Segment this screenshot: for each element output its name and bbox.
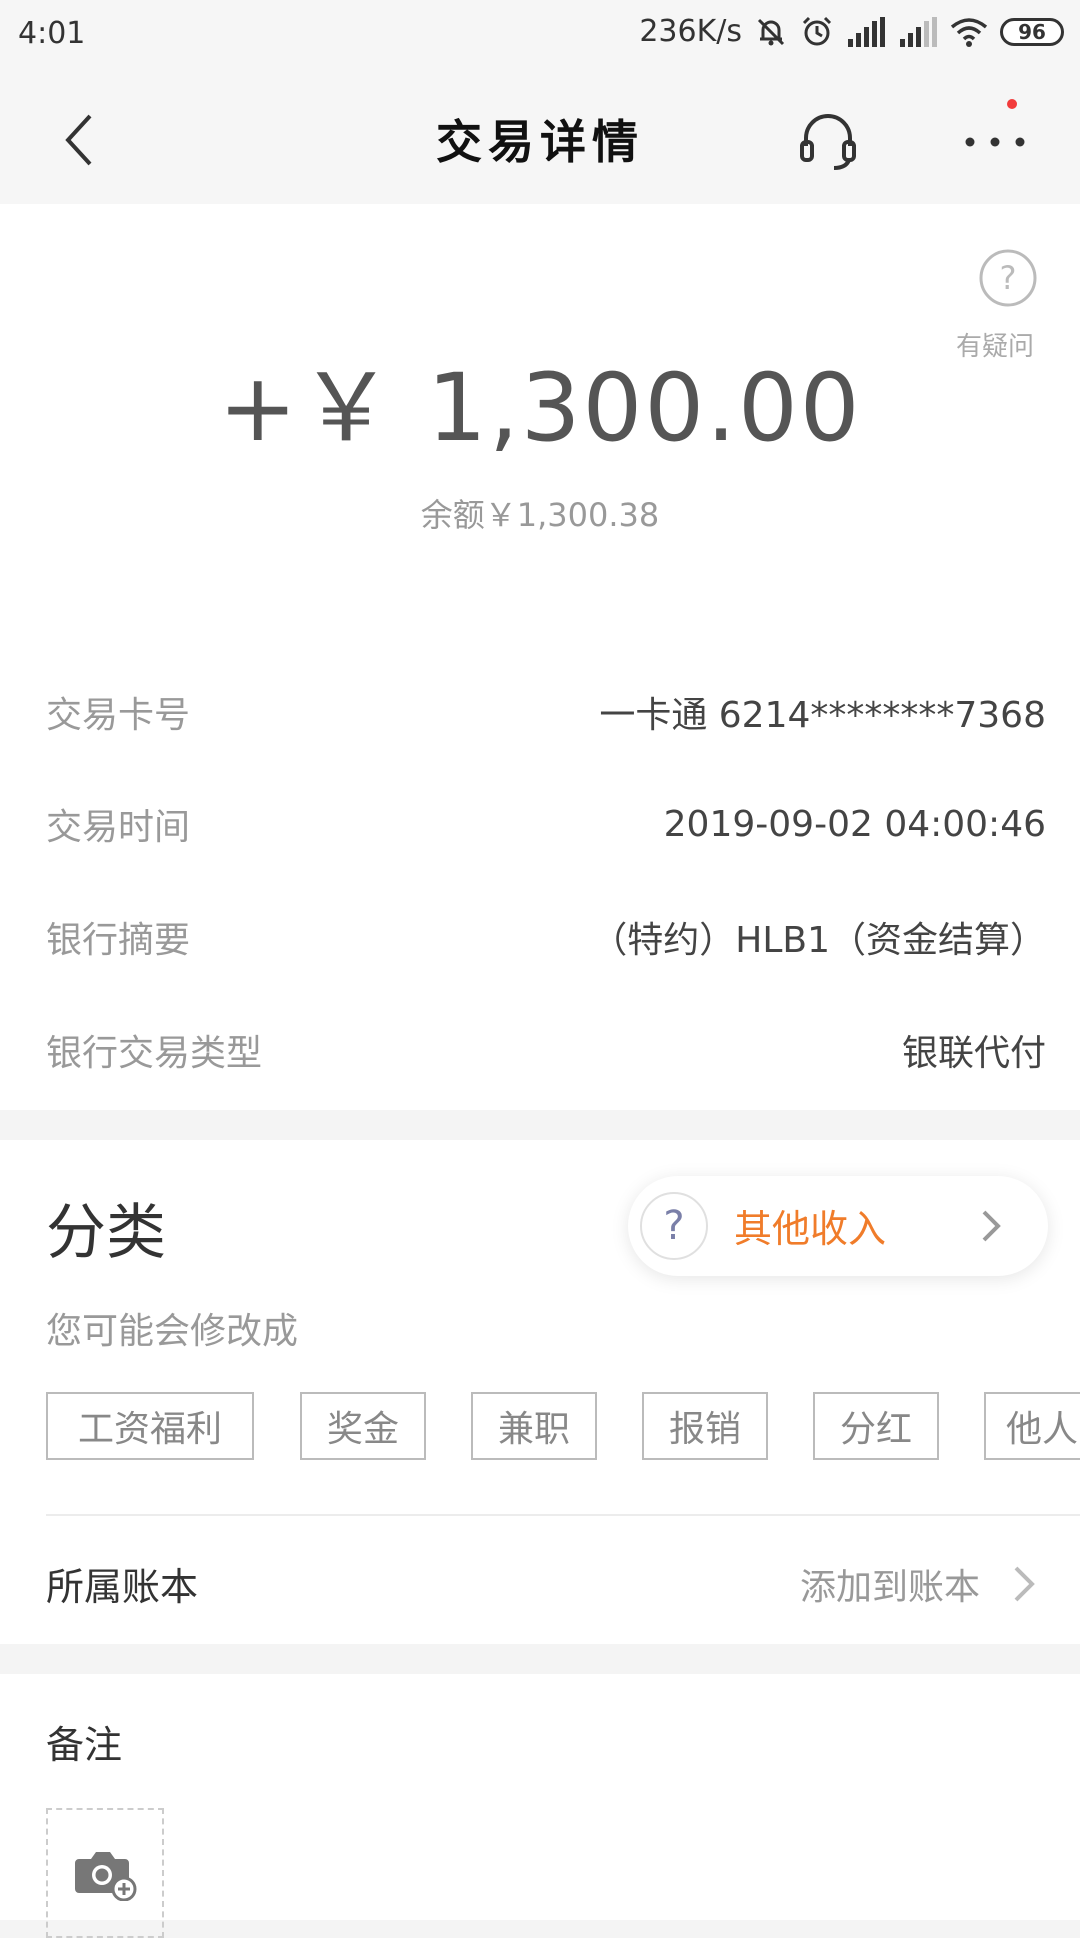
status-time: 4:01: [18, 16, 86, 51]
note-label: 备注: [46, 1723, 123, 1767]
network-speed: 236K/s: [639, 14, 742, 49]
signal-icon-2: [900, 16, 937, 47]
category-selector[interactable]: ? 其他收入: [628, 1176, 1048, 1276]
tag-reimbursement[interactable]: 报销: [642, 1392, 768, 1460]
add-photo-button[interactable]: [46, 1808, 164, 1938]
transaction-amount: +￥ 1,300.00: [218, 354, 862, 463]
detail-label: 交易卡号: [46, 695, 191, 736]
tag-dividend[interactable]: 分红: [813, 1392, 939, 1460]
divider: [46, 1514, 1080, 1516]
tag-salary[interactable]: 工资福利: [46, 1392, 254, 1460]
add-to-book-button[interactable]: 添加到账本: [800, 1558, 980, 1610]
detail-value: 2019-09-02 04:00:46: [663, 803, 1046, 845]
question-icon[interactable]: ?: [978, 248, 1038, 308]
detail-value: （特约）HLB1（资金结算）: [591, 920, 1046, 961]
account-book-label: 所属账本: [46, 1565, 199, 1609]
transaction-summary: ? 有疑问 +￥ 1,300.00 余额￥1,300.38 交易卡号 一卡通 6…: [0, 204, 1080, 1110]
detail-value: 一卡通 6214********7368: [599, 695, 1046, 736]
battery-level: 96: [1018, 19, 1046, 44]
svg-text:?: ?: [1000, 259, 1017, 297]
balance-text: 余额￥1,300.38: [420, 496, 660, 534]
tag-others[interactable]: 他人: [984, 1392, 1080, 1460]
category-hint: 您可能会修改成: [46, 1311, 299, 1352]
status-bar: 4:01 236K/s 96: [0, 0, 1080, 72]
chevron-right-icon[interactable]: [1004, 1562, 1044, 1606]
detail-row-card: 交易卡号 一卡通 6214********7368: [46, 682, 1046, 742]
unknown-category-icon: ?: [640, 1192, 708, 1260]
nav-bar: 交易详情: [0, 72, 1080, 204]
more-icon[interactable]: [960, 122, 1030, 162]
camera-add-icon: [75, 1852, 137, 1901]
note-section: 备注: [0, 1674, 1080, 1938]
current-category: 其他收入: [734, 1207, 887, 1251]
headset-icon[interactable]: [796, 108, 860, 172]
detail-label: 银行摘要: [46, 920, 191, 961]
chevron-right-icon: [982, 1210, 1001, 1242]
detail-label: 交易时间: [46, 807, 191, 848]
mute-bell-icon: [757, 18, 785, 45]
tag-part-time[interactable]: 兼职: [471, 1392, 597, 1460]
detail-row-time: 交易时间 2019-09-02 04:00:46: [46, 794, 1046, 854]
status-icons: 236K/s 96: [639, 14, 1064, 49]
detail-label: 银行交易类型: [46, 1033, 263, 1074]
detail-row-type: 银行交易类型 银联代付: [46, 1020, 1046, 1080]
category-title: 分类: [46, 1198, 166, 1268]
page-title: 交易详情: [436, 115, 644, 169]
category-section: 分类 ? 其他收入 您可能会修改成 工资福利 奖金 兼职 报销 分红 他人 所属…: [0, 1140, 1080, 1644]
battery-icon: 96: [1000, 17, 1064, 46]
signal-icon: [848, 16, 885, 47]
detail-row-summary: 银行摘要 （特约）HLB1（资金结算）: [46, 907, 1046, 967]
notification-dot: [1007, 99, 1017, 109]
wifi-icon: [950, 17, 988, 47]
alarm-icon: [802, 16, 832, 45]
detail-value: 银联代付: [901, 1033, 1046, 1074]
tag-bonus[interactable]: 奖金: [300, 1392, 426, 1460]
